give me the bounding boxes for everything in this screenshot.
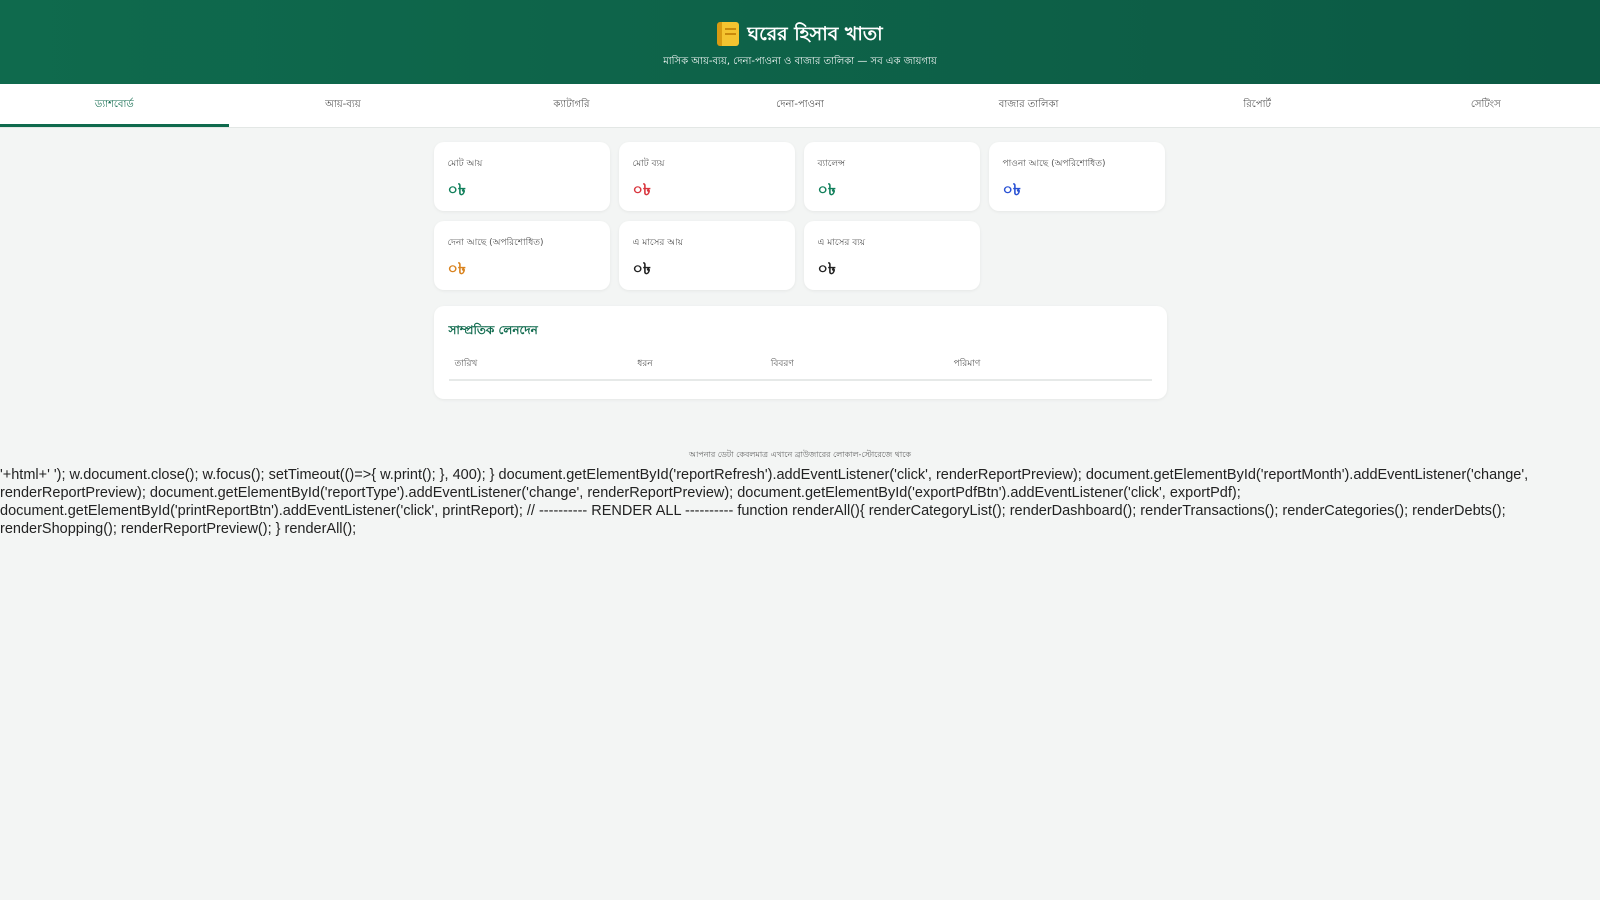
app-header: ঘরের হিসাব খাতা মাসিক আয়-ব্যয়, দেনা-পা… <box>0 0 1600 84</box>
app-title: ঘরের হিসাব খাতা <box>0 20 1600 48</box>
tab-categories[interactable]: ক্যাটাগরি <box>457 84 686 127</box>
tab-debts[interactable]: দেনা-পাওনা <box>686 84 915 127</box>
card-value: ০৳ <box>447 180 466 199</box>
card-total-income: মোট আয় ০৳ <box>433 142 610 211</box>
card-label: এ মাসের আয় <box>632 238 684 248</box>
tab-report[interactable]: রিপোর্ট <box>1143 84 1372 127</box>
tab-income-expense[interactable]: আয়-ব্যয় <box>229 84 458 127</box>
app-subtitle: মাসিক আয়-ব্যয়, দেনা-পাওনা ও বাজার তালি… <box>663 56 937 67</box>
main-tabs: ড্যাশবোর্ড আয়-ব্যয় ক্যাটাগরি দেনা-পাওন… <box>0 84 1600 128</box>
card-value: ০৳ <box>632 259 651 278</box>
tab-dashboard[interactable]: ড্যাশবোর্ড <box>0 84 229 127</box>
card-balance: ব্যালেন্স ০৳ <box>803 142 980 211</box>
card-value: ০৳ <box>817 259 836 278</box>
leaked-script-text: '+html+' '); w.document.close(); w.focus… <box>0 467 1529 537</box>
table-header-row: তারিখ ধরন বিবরণ পরিমাণ <box>448 356 1152 381</box>
card-label: এ মাসের ব্যয় <box>817 238 866 248</box>
card-label: দেনা আছে (অপরিশোধিত) <box>447 238 544 248</box>
tab-settings[interactable]: সেটিংস <box>1371 84 1600 127</box>
card-value: ০৳ <box>817 180 836 199</box>
summary-cards: মোট আয় ০৳ মোট ব্যয় ০৳ ব্যালেন্স ০৳ পাও… <box>433 142 1167 290</box>
card-receivable: পাওনা আছে (অপরিশোধিত) ০৳ <box>988 142 1165 211</box>
column-header-date: তারিখ <box>448 356 632 381</box>
card-value: ০৳ <box>447 259 466 278</box>
column-header-description: বিবরণ <box>764 356 948 381</box>
storage-note: আপনার ডেটা কেবলমাত্র এখানে ব্রাউজারের লো… <box>688 450 912 459</box>
recent-transactions-panel: সাম্প্রতিক লেনদেন তারিখ ধরন বিবরণ পরিমাণ <box>433 306 1167 399</box>
tab-shopping-list[interactable]: বাজার তালিকা <box>914 84 1143 127</box>
card-month-expense: এ মাসের ব্যয় ০৳ <box>803 221 980 290</box>
card-total-expense: মোট ব্যয় ০৳ <box>618 142 795 211</box>
card-value: ০৳ <box>632 180 651 199</box>
column-header-amount: পরিমাণ <box>947 356 1152 381</box>
card-label: পাওনা আছে (অপরিশোধিত) <box>1002 159 1106 169</box>
column-header-type: ধরন <box>631 356 765 381</box>
card-label: ব্যালেন্স <box>817 159 846 169</box>
panel-title: সাম্প্রতিক লেনদেন <box>448 323 538 337</box>
recent-transactions-table: তারিখ ধরন বিবরণ পরিমাণ <box>448 356 1152 381</box>
card-value: ০৳ <box>1002 180 1021 199</box>
app-title-text: ঘরের হিসাব খাতা <box>747 23 883 45</box>
dashboard-content: মোট আয় ০৳ মোট ব্যয় ০৳ ব্যালেন্স ০৳ পাও… <box>433 142 1167 462</box>
card-label: মোট ব্যয় <box>632 159 665 169</box>
notebook-icon <box>717 22 740 46</box>
card-label: মোট আয় <box>447 159 483 169</box>
card-month-income: এ মাসের আয় ০৳ <box>618 221 795 290</box>
card-payable: দেনা আছে (অপরিশোধিত) ০৳ <box>433 221 610 290</box>
